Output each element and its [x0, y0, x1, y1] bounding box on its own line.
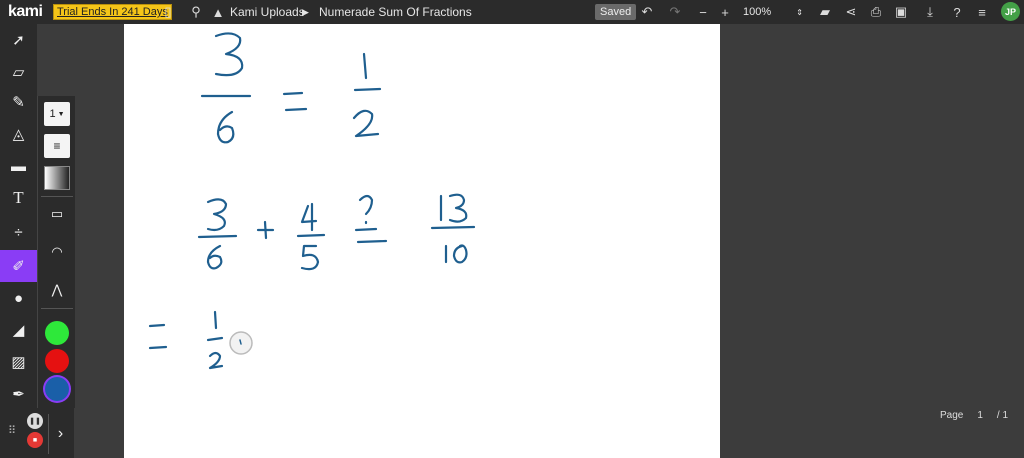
pause-icon[interactable]: ❚❚ [27, 413, 43, 429]
download-icon[interactable]: ⤓ [920, 0, 940, 24]
top-toolbar: kami Trial Ends In 241 Days ▯ ⚲ ▲ Kami U… [0, 0, 1024, 24]
caret-down-icon: ▼ [57, 110, 65, 118]
open-folder-icon[interactable]: ▰ [815, 0, 835, 24]
help-icon[interactable]: ? [947, 0, 967, 24]
question-equals-sign [354, 194, 388, 244]
print-icon[interactable]: ⎙ [866, 0, 886, 24]
undo-icon[interactable]: ↶ [637, 0, 657, 24]
menu-icon[interactable]: ≡ [972, 0, 992, 24]
expand-chevron-icon[interactable]: › [48, 414, 72, 454]
zoom-in-icon[interactable]: + [715, 0, 735, 24]
shapes-tool-icon[interactable]: ● [0, 282, 37, 314]
equals-sign [282, 91, 308, 112]
drive-icon: ▲ [211, 4, 225, 20]
stroke-width-value: 1 [49, 108, 56, 120]
page-label: Page [940, 410, 964, 421]
chevron-updown-icon: ⇕ [796, 7, 803, 17]
highlight-tool-icon[interactable]: ◬ [0, 118, 37, 150]
trial-badge[interactable]: Trial Ends In 241 Days [53, 4, 172, 20]
line-style-button[interactable]: ≡ [44, 134, 70, 158]
protractor-icon[interactable]: ◠ [44, 240, 70, 264]
handwriting-canvas [148, 32, 476, 370]
zoom-level: 100% [743, 6, 772, 18]
search-icon[interactable]: ⚲ [186, 0, 206, 24]
color-swatch-green[interactable] [45, 321, 69, 345]
breadcrumb-root[interactable]: Kami Uploads [230, 0, 305, 24]
color-swatch-blue[interactable] [45, 377, 69, 401]
fraction-four-fifths [296, 202, 326, 271]
stop-icon[interactable]: ■ [27, 432, 43, 448]
markup-tool-icon[interactable]: ▱ [0, 56, 37, 88]
fraction-one-half-2 [206, 310, 224, 370]
equation-tool-icon[interactable]: ÷ [0, 216, 37, 248]
comment-tool-icon[interactable]: ▬ [0, 150, 37, 182]
save-status-badge: Saved [595, 4, 637, 20]
zoom-select[interactable]: 100% ⇕ [740, 3, 806, 21]
page-indicator: Page 1 / 1 [940, 410, 1008, 421]
color-swatch-red[interactable] [45, 349, 69, 373]
plus-sign [256, 220, 275, 240]
fraction-one-half [352, 52, 382, 138]
opacity-button[interactable] [44, 166, 70, 190]
signature-tool-icon[interactable]: ✒ [0, 378, 37, 410]
drag-handle-icon[interactable]: ⠿ [8, 424, 16, 437]
recorder-widget: ⠿ ❚❚ ■ › [0, 408, 74, 458]
document-page[interactable] [124, 24, 720, 458]
breadcrumb-separator-icon: ▶ [302, 6, 309, 17]
compass-icon[interactable]: ⋀ [44, 278, 70, 302]
page-current[interactable]: 1 [977, 410, 983, 421]
text-tool-icon[interactable]: T [0, 182, 37, 214]
ruler-icon[interactable]: ▭ [44, 202, 70, 226]
user-avatar[interactable]: JP [1001, 2, 1020, 21]
document-title: Numerade Sum Of Fractions [319, 5, 472, 19]
zoom-out-icon[interactable]: − [693, 0, 713, 24]
equals-sign-2 [148, 323, 168, 350]
fraction-three-sixths-2 [197, 198, 238, 270]
drawing-tool-icon[interactable]: ✐ [0, 250, 37, 282]
redo-icon[interactable]: ↷ [665, 0, 685, 24]
fraction-three-sixths [200, 32, 252, 144]
fraction-thirteen-tenths [430, 193, 476, 264]
save-icon[interactable]: ▣ [891, 0, 911, 24]
sidebar-toggle-icon[interactable]: ▯ [158, 0, 178, 24]
divider [41, 308, 73, 309]
tool-sidebar: ➚ ▱ ✎ ◬ ▬ T ÷ ✐ ● ◢ ▨ ✒ [0, 24, 37, 458]
select-tool-icon[interactable]: ➚ [0, 24, 37, 56]
image-tool-icon[interactable]: ▨ [0, 346, 37, 378]
page-total: / 1 [996, 410, 1009, 421]
eraser-tool-icon[interactable]: ◢ [0, 314, 37, 346]
share-icon[interactable]: ⋖ [841, 0, 861, 24]
kami-logo: kami [8, 3, 43, 20]
text-box-tool-icon[interactable]: ✎ [0, 86, 37, 118]
drawing-options-panel: 1 ▼ ≡ ▭ ◠ ⋀ [37, 96, 75, 408]
stroke-width-select[interactable]: 1 ▼ [44, 102, 70, 126]
divider [41, 196, 73, 197]
